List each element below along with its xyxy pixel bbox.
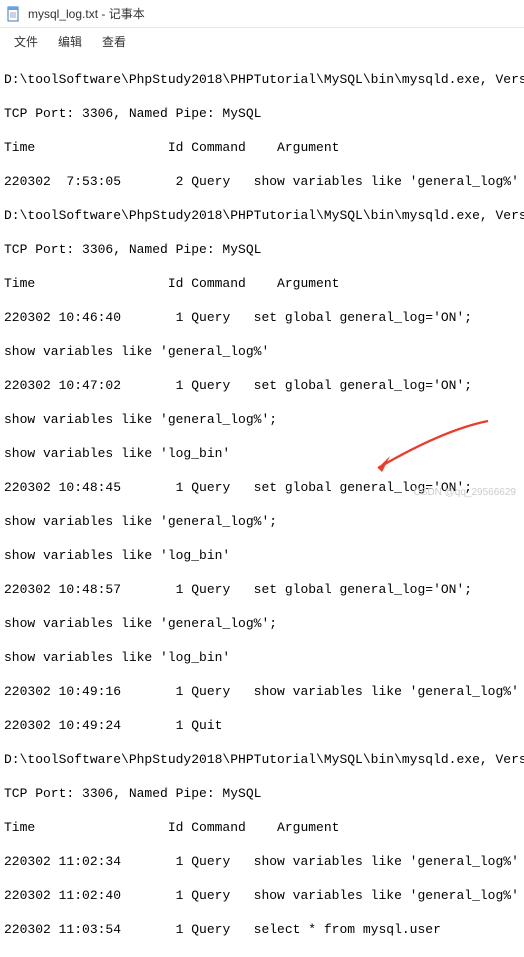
log-line: show variables like 'general_log%';: [4, 411, 520, 428]
log-line: show variables like 'log_bin': [4, 547, 520, 564]
menu-file[interactable]: 文件: [4, 30, 48, 53]
log-line: 220302 10:46:40 1 Query set global gener…: [4, 309, 520, 326]
log-line: show variables like 'log_bin': [4, 445, 520, 462]
log-line: TCP Port: 3306, Named Pipe: MySQL: [4, 241, 520, 258]
log-line: 220302 10:48:57 1 Query set global gener…: [4, 581, 520, 598]
log-line: 220302 11:03:54 1 Query select * from my…: [4, 921, 520, 938]
log-line: show variables like 'general_log%': [4, 343, 520, 360]
log-line: TCP Port: 3306, Named Pipe: MySQL: [4, 105, 520, 122]
log-line: D:\toolSoftware\PhpStudy2018\PHPTutorial…: [4, 207, 520, 224]
log-line: show variables like 'general_log%';: [4, 513, 520, 530]
log-line: Time Id Command Argument: [4, 275, 520, 292]
menubar: 文件 编辑 查看: [0, 28, 524, 54]
window-title: mysql_log.txt - 记事本: [28, 5, 145, 22]
log-line: 220302 10:49:16 1 Query show variables l…: [4, 683, 520, 700]
log-line: 220302 11:02:40 1 Query show variables l…: [4, 887, 520, 904]
text-content[interactable]: D:\toolSoftware\PhpStudy2018\PHPTutorial…: [0, 54, 524, 957]
log-line: 220302 7:53:05 2 Query show variables li…: [4, 173, 520, 190]
log-line: 220302 10:49:24 1 Quit: [4, 717, 520, 734]
titlebar: mysql_log.txt - 记事本: [0, 0, 524, 28]
log-line: show variables like 'general_log%';: [4, 615, 520, 632]
menu-edit[interactable]: 编辑: [48, 30, 92, 53]
watermark: CSDN @qq_29566629: [414, 487, 516, 498]
log-line: TCP Port: 3306, Named Pipe: MySQL: [4, 785, 520, 802]
log-line: show variables like 'log_bin': [4, 649, 520, 666]
log-line: Time Id Command Argument: [4, 139, 520, 156]
notepad-icon: [6, 6, 22, 22]
log-line: Time Id Command Argument: [4, 819, 520, 836]
log-line: D:\toolSoftware\PhpStudy2018\PHPTutorial…: [4, 71, 520, 88]
log-line: 220302 11:02:34 1 Query show variables l…: [4, 853, 520, 870]
menu-view[interactable]: 查看: [92, 30, 136, 53]
log-line: 220302 10:47:02 1 Query set global gener…: [4, 377, 520, 394]
log-line: D:\toolSoftware\PhpStudy2018\PHPTutorial…: [4, 751, 520, 768]
